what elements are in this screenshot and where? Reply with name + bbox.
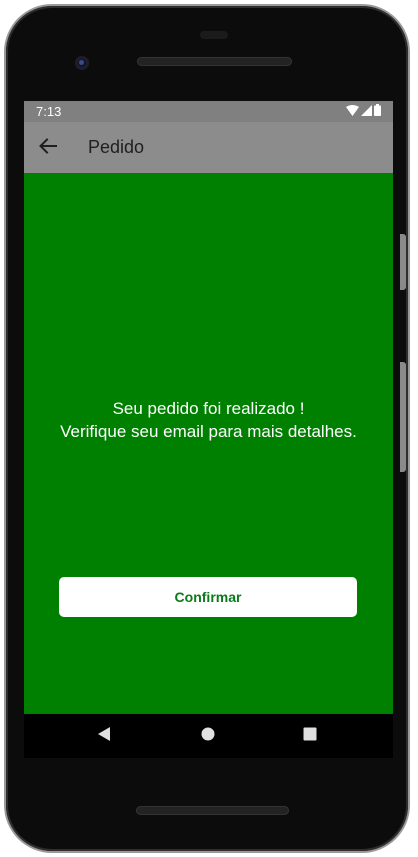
page-title: Pedido: [88, 137, 145, 157]
status-icons: [346, 104, 381, 119]
volume-button: [400, 362, 406, 472]
battery-icon: [374, 104, 381, 119]
top-speaker: [137, 57, 292, 66]
signal-icon: [361, 104, 372, 119]
square-recents-icon: [303, 727, 317, 746]
success-message: Seu pedido foi realizado ! Verifique seu…: [24, 397, 393, 443]
wifi-icon: [346, 104, 359, 119]
nav-home-button[interactable]: [198, 726, 218, 746]
front-camera: [75, 56, 89, 70]
message-line-2: Verifique seu email para mais detalhes.: [60, 422, 357, 441]
app-bar: Pedido: [24, 122, 393, 173]
triangle-back-icon: [97, 726, 111, 747]
back-button[interactable]: [32, 130, 64, 166]
bottom-speaker: [136, 806, 289, 815]
circle-home-icon: [201, 727, 215, 746]
system-nav-bar: [24, 714, 393, 758]
status-time: 7:13: [36, 104, 62, 119]
sensor-notch: [200, 31, 228, 39]
status-bar: 7:13: [24, 101, 393, 122]
confirm-button[interactable]: Confirmar: [59, 577, 357, 617]
arrow-left-icon: [39, 137, 57, 159]
nav-recents-button[interactable]: [300, 726, 320, 746]
message-line-1: Seu pedido foi realizado !: [112, 399, 305, 418]
power-button: [400, 234, 406, 290]
nav-back-button[interactable]: [94, 726, 114, 746]
app-screen: 7:13 Pedido Seu pedido foi realizado ! V…: [24, 101, 393, 714]
